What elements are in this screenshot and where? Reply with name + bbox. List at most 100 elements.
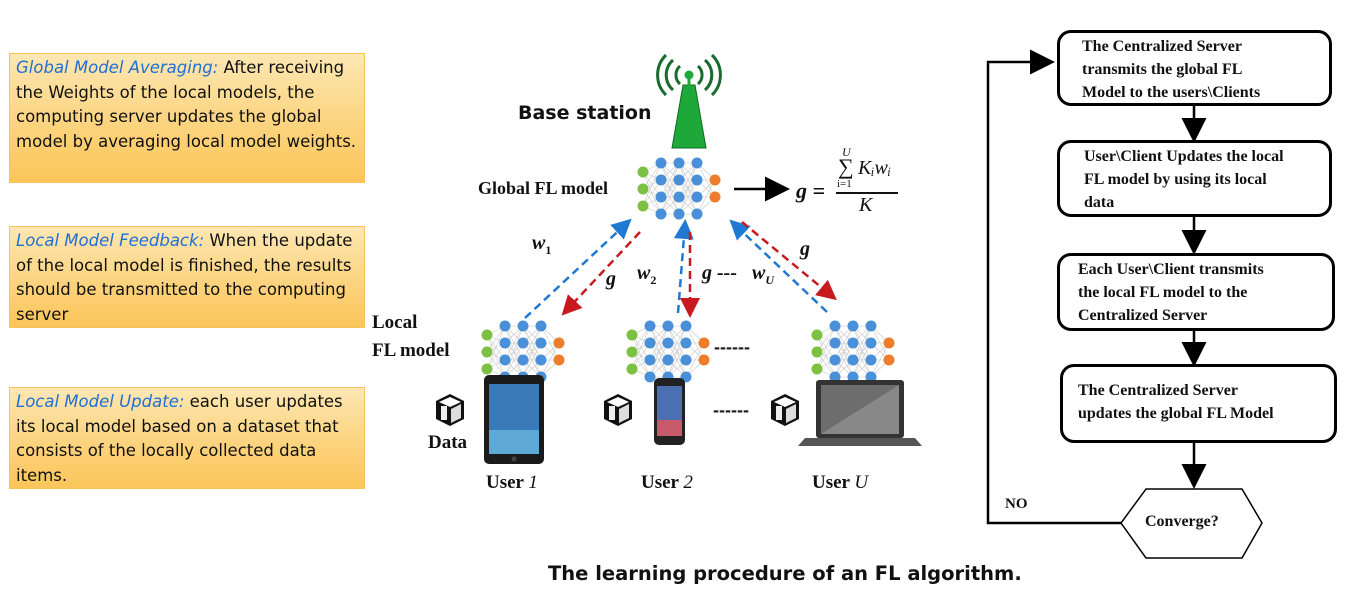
neuron (644, 371, 656, 383)
label-w2: w2 (637, 262, 657, 287)
neuron (637, 183, 649, 195)
neuron (811, 363, 823, 375)
neuron (535, 354, 547, 366)
neuron (847, 354, 859, 366)
tablet-icon (484, 375, 544, 464)
neuron (626, 363, 638, 375)
neuron (865, 320, 877, 332)
neuron (680, 354, 692, 366)
neuron (865, 337, 877, 349)
base-station-label: Base station (518, 102, 652, 124)
flow-step-transmit-local: Each User\Client transmits the local FL m… (1057, 253, 1335, 331)
neuron (847, 337, 859, 349)
flow-step-local-update: User\Client Updates the local FL model by… (1057, 140, 1332, 217)
neuron (691, 208, 703, 220)
upload-arrow-userU (729, 219, 828, 313)
neuron (691, 157, 703, 169)
neuron (535, 337, 547, 349)
label-wU: wU (752, 262, 775, 287)
neuron (709, 191, 721, 203)
neuron (883, 337, 895, 349)
neuron (673, 208, 685, 220)
neuron (691, 191, 703, 203)
neuron (662, 354, 674, 366)
neuron (673, 191, 685, 203)
neuron (883, 354, 895, 366)
phone-icon (654, 378, 685, 445)
neuron (655, 157, 667, 169)
neuron (637, 200, 649, 212)
label-w1: w1 (532, 232, 552, 257)
neuron (698, 354, 710, 366)
neuron (662, 337, 674, 349)
neuron (626, 346, 638, 358)
neuron (709, 174, 721, 186)
neuron (662, 320, 674, 332)
neuron (553, 337, 565, 349)
local-model-label-line2: FL model (372, 340, 450, 361)
neuron (481, 329, 493, 341)
neuron (829, 320, 841, 332)
data-cube-icon (436, 394, 464, 426)
neuron (644, 337, 656, 349)
neuron (829, 337, 841, 349)
label-g2: g --- (702, 262, 737, 284)
local-model-network-user2 (626, 320, 710, 383)
neuron (811, 346, 823, 358)
neuron (626, 329, 638, 341)
neuron (517, 354, 529, 366)
neuron (499, 337, 511, 349)
loop-label-no: NO (1005, 496, 1028, 512)
neuron (811, 329, 823, 341)
neuron (517, 320, 529, 332)
neuron (680, 337, 692, 349)
formula-sum-symbol: ∑ (838, 154, 854, 179)
neuron (637, 166, 649, 178)
data-label: Data (428, 432, 468, 453)
global-model-network (637, 157, 721, 220)
local-model-network-userU (811, 320, 895, 383)
neuron (829, 354, 841, 366)
aggregation-formula: g = U ∑ i=1 Kᵢwᵢ K (796, 145, 906, 218)
neuron (535, 320, 547, 332)
neuron (655, 174, 667, 186)
formula-numerator: Kᵢwᵢ (858, 157, 892, 179)
neuron (499, 354, 511, 366)
neuron (499, 320, 511, 332)
ellipsis-devices: ------ (713, 400, 749, 420)
neuron (644, 354, 656, 366)
formula-denominator: K (859, 194, 873, 216)
decision-label: Converge? (1145, 513, 1219, 530)
neuron (481, 363, 493, 375)
global-model-label: Global FL model (478, 178, 609, 198)
neuron (655, 208, 667, 220)
data-cube-icon (771, 394, 799, 426)
neuron (655, 191, 667, 203)
neuron (673, 157, 685, 169)
data-cube-icon (604, 394, 632, 426)
user-U-label: User U (812, 472, 869, 493)
neuron (691, 174, 703, 186)
neuron (847, 320, 859, 332)
download-arrow-user1 (561, 231, 641, 316)
neuron (698, 337, 710, 349)
local-model-label-line1: Local (372, 312, 418, 333)
local-model-network-user1 (481, 320, 565, 383)
formula-lhs: g = (796, 178, 826, 203)
base-station-tower-icon (656, 53, 722, 149)
neuron (680, 320, 692, 332)
neuron (673, 174, 685, 186)
flow-step-transmit-global: The Centralized Server transmits the glob… (1057, 30, 1332, 106)
upload-arrow-user2 (673, 219, 694, 314)
label-gU: g (800, 238, 810, 260)
neuron (481, 346, 493, 358)
neuron (517, 337, 529, 349)
formula-sum-lower: i=1 (837, 178, 852, 190)
neuron (865, 354, 877, 366)
ellipsis-models: ------ (714, 337, 750, 357)
laptop-icon (798, 380, 922, 446)
neuron (644, 320, 656, 332)
user-2-label: User 2 (641, 472, 693, 493)
label-g1: g (606, 268, 616, 290)
neuron (553, 354, 565, 366)
